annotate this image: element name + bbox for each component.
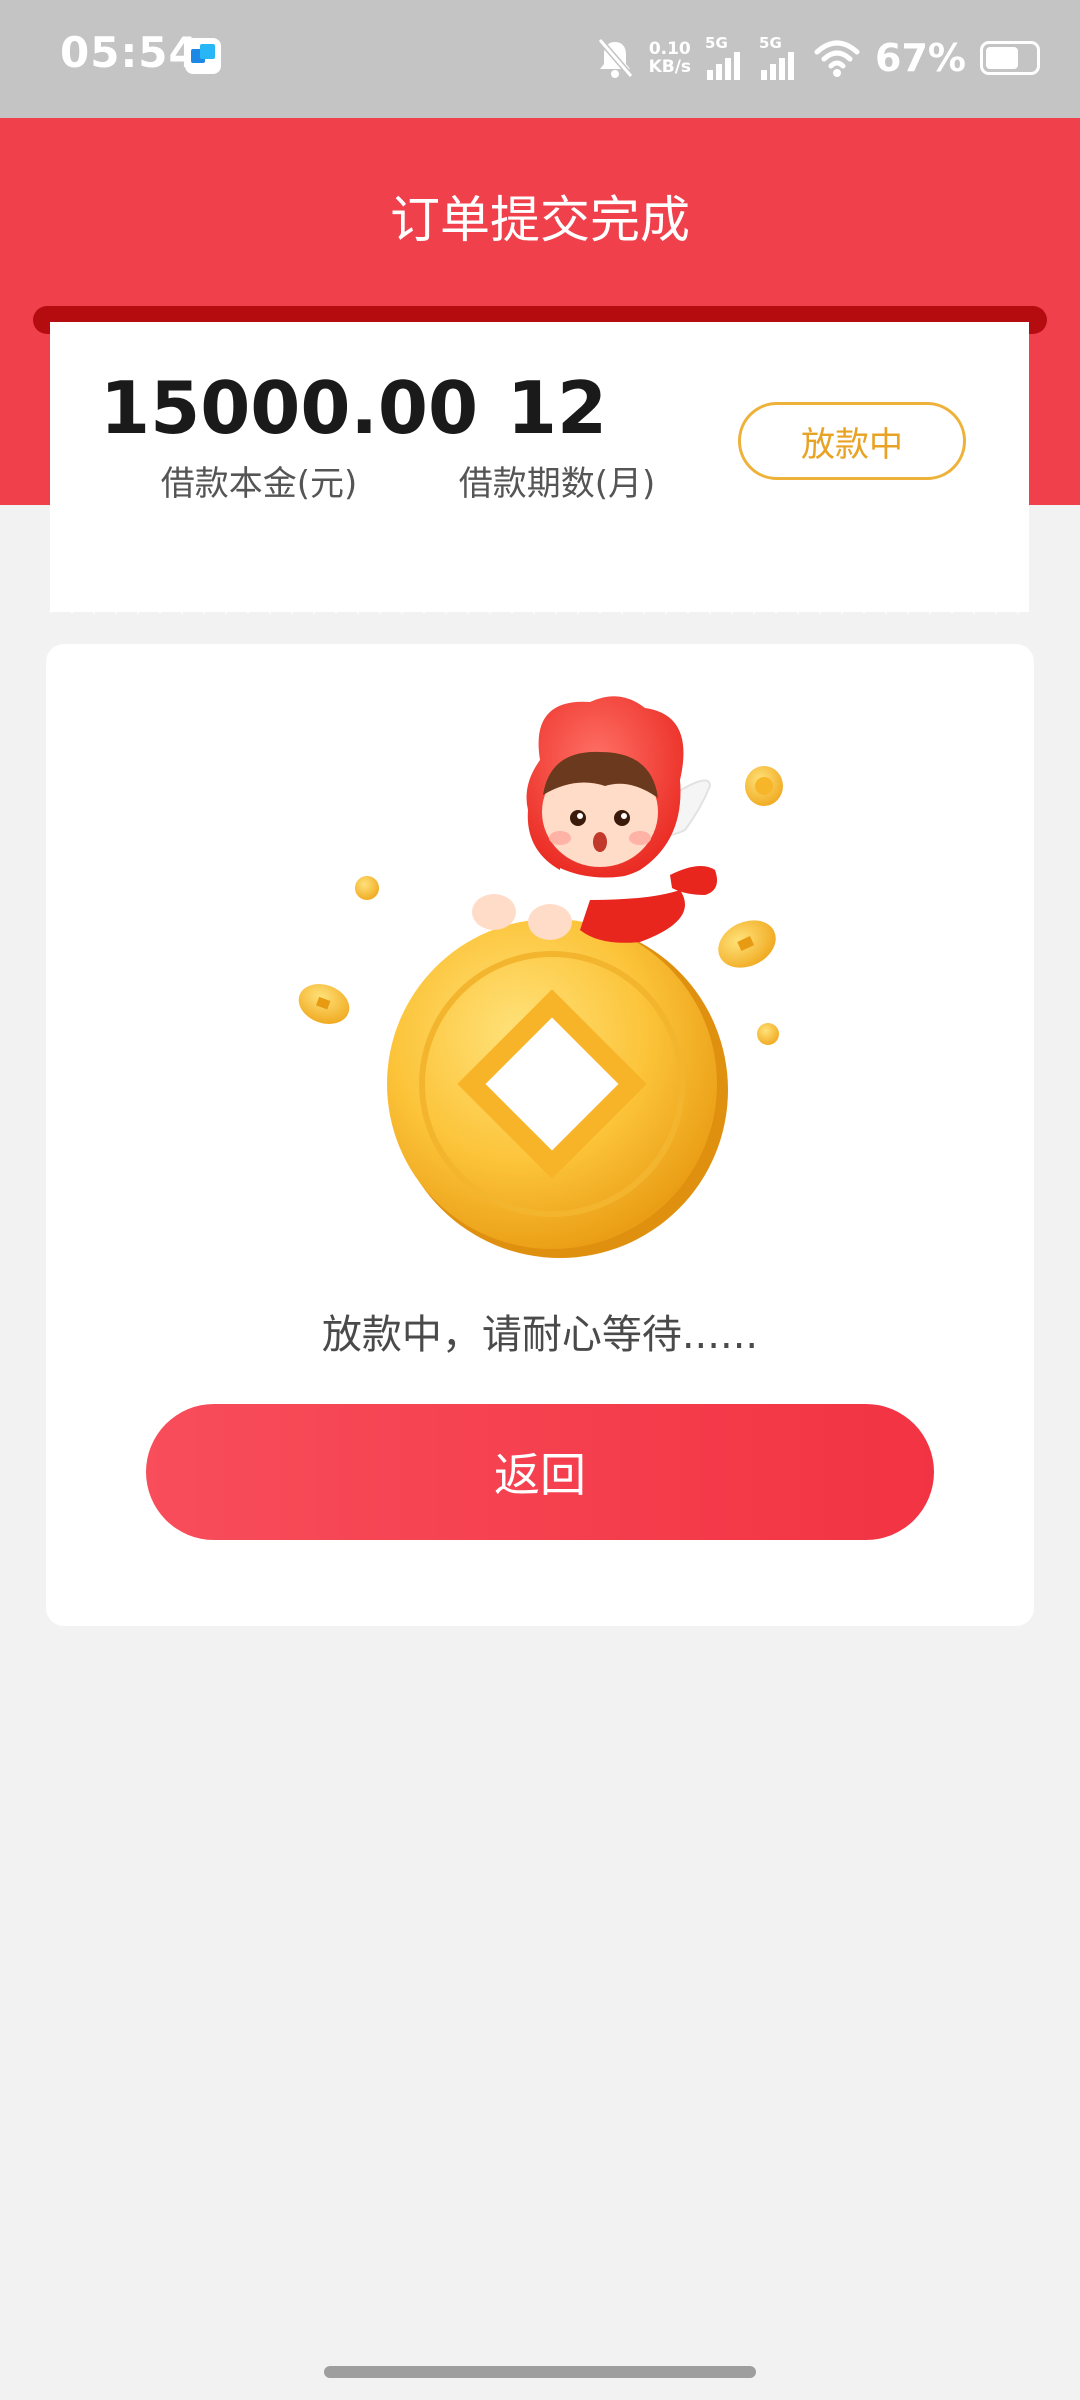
wifi-icon bbox=[814, 40, 860, 77]
status-indicators: 0.10 KB/s 5G 5G 67% bbox=[595, 26, 1040, 90]
status-badge: 放款中 bbox=[738, 402, 966, 480]
mascot-coin-illustration bbox=[298, 696, 783, 1258]
waiting-message: 放款中，请耐心等待...... bbox=[321, 1312, 759, 1358]
signal-icon bbox=[761, 52, 795, 80]
small-coin bbox=[757, 1023, 779, 1045]
battery-percent: 67% bbox=[875, 36, 966, 80]
net-speed-value: 0.10 bbox=[648, 39, 691, 59]
net-speed-unit: KB/s bbox=[648, 57, 692, 77]
back-button[interactable]: 返回 bbox=[146, 1404, 934, 1540]
term-value: 12 bbox=[506, 366, 608, 450]
signal-2: 5G bbox=[759, 36, 799, 80]
loan-term: 12 借款期数(月) bbox=[437, 368, 677, 505]
battery-icon bbox=[980, 41, 1040, 75]
small-coin bbox=[355, 876, 379, 900]
zigzag-path bbox=[50, 590, 1029, 614]
status-time: 05:54 bbox=[60, 28, 199, 77]
term-label: 借款期数(月) bbox=[458, 464, 656, 504]
principal-value: 15000.00 bbox=[100, 366, 479, 450]
signal-1-label: 5G bbox=[705, 34, 728, 52]
network-speed: 0.10 KB/s bbox=[649, 40, 691, 76]
loan-principal: 15000.00 借款本金(元) bbox=[100, 366, 479, 505]
home-indicator[interactable] bbox=[324, 2366, 756, 2378]
principal-label: 借款本金(元) bbox=[160, 464, 358, 504]
signal-icon bbox=[707, 52, 741, 80]
page-title: 订单提交完成 bbox=[390, 191, 690, 249]
app-notification-icon bbox=[185, 38, 221, 74]
signal-1: 5G bbox=[705, 36, 745, 80]
receipt-zigzag-edge bbox=[50, 590, 1029, 614]
mute-bell-icon bbox=[597, 38, 633, 78]
battery-fill bbox=[986, 47, 1018, 69]
small-coin bbox=[755, 777, 773, 795]
signal-2-label: 5G bbox=[759, 34, 782, 52]
